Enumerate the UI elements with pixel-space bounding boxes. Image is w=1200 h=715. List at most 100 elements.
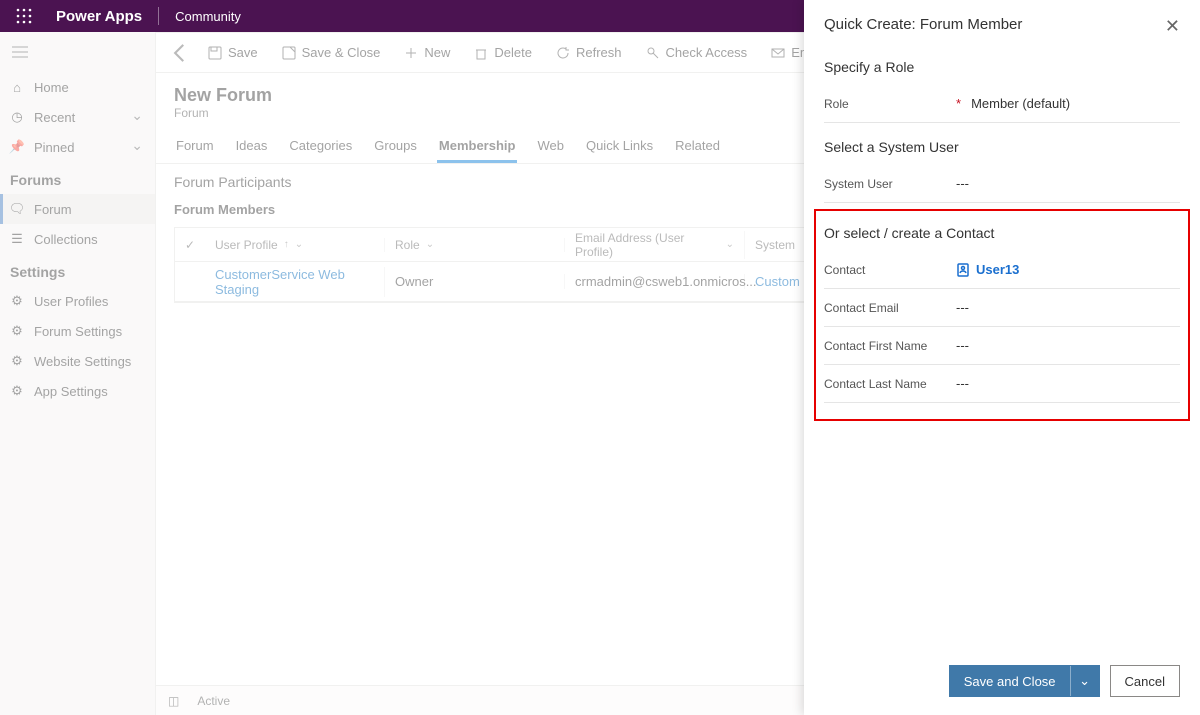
top-section-label[interactable]: Community bbox=[159, 9, 257, 24]
panel-title: Quick Create: Forum Member bbox=[824, 16, 1022, 33]
field-value[interactable]: Member (default) bbox=[971, 96, 1180, 111]
field-label: Contact Last Name bbox=[824, 377, 927, 391]
close-button[interactable]: ✕ bbox=[1165, 16, 1180, 37]
brand-label[interactable]: Power Apps bbox=[40, 8, 158, 25]
nav-recent[interactable]: ◷Recent bbox=[0, 102, 155, 132]
select-all-checkbox[interactable]: ✓ bbox=[175, 238, 205, 252]
tab-related[interactable]: Related bbox=[673, 132, 722, 163]
contact-section: Or select / create a Contact Contact Use… bbox=[824, 215, 1180, 409]
mail-icon bbox=[771, 46, 785, 60]
save-and-close-label[interactable]: Save and Close bbox=[950, 666, 1071, 696]
tab-categories[interactable]: Categories bbox=[287, 132, 354, 163]
cmd-label: Refresh bbox=[576, 45, 622, 60]
gear-icon: ⚙ bbox=[10, 323, 24, 339]
refresh-icon bbox=[556, 46, 570, 60]
trash-icon bbox=[474, 46, 488, 60]
nav-website-settings[interactable]: ⚙Website Settings bbox=[0, 346, 155, 376]
tab-web[interactable]: Web bbox=[535, 132, 566, 163]
section-heading: Specify a Role bbox=[824, 59, 1180, 75]
tab-ideas[interactable]: Ideas bbox=[234, 132, 270, 163]
split-caret[interactable]: ⌄ bbox=[1071, 666, 1099, 696]
tab-quick-links[interactable]: Quick Links bbox=[584, 132, 655, 163]
save-and-close-button[interactable]: Save and Close ⌄ bbox=[949, 665, 1100, 697]
contact-email-field[interactable]: Contact Email --- bbox=[824, 289, 1180, 327]
field-value[interactable]: --- bbox=[956, 300, 1180, 315]
field-value[interactable]: --- bbox=[956, 338, 1180, 353]
gear-icon: ⚙ bbox=[10, 383, 24, 399]
required-indicator: * bbox=[956, 96, 961, 111]
col-user-profile[interactable]: User Profile↑⌄ bbox=[205, 238, 385, 252]
nav-app-settings[interactable]: ⚙ App Settings bbox=[0, 376, 155, 406]
cell-email: crmadmin@csweb1.onmicros... bbox=[565, 274, 745, 289]
back-button[interactable] bbox=[166, 39, 194, 67]
nav-label: Collections bbox=[34, 232, 98, 247]
contact-first-name-field[interactable]: Contact First Name --- bbox=[824, 327, 1180, 365]
col-email[interactable]: Email Address (User Profile) ⌄ bbox=[565, 231, 745, 259]
nav-label: App Settings bbox=[34, 384, 108, 399]
field-label: Contact First Name bbox=[824, 339, 927, 353]
system-user-field[interactable]: System User --- bbox=[824, 165, 1180, 203]
col-label: Email Address (User Profile) bbox=[575, 231, 720, 259]
nav-forum-settings[interactable]: ⚙Forum Settings bbox=[0, 316, 155, 346]
cell-user-profile[interactable]: CustomerService Web Staging bbox=[205, 267, 385, 297]
section-heading: Select a System User bbox=[824, 139, 1180, 155]
nav-label: Website Settings bbox=[34, 354, 131, 369]
cmd-refresh[interactable]: Refresh bbox=[546, 37, 632, 69]
nav-user-profiles[interactable]: ⚙ User Profiles bbox=[0, 286, 155, 316]
plus-icon bbox=[404, 46, 418, 60]
cmd-save[interactable]: Save bbox=[198, 37, 268, 69]
tab-membership[interactable]: Membership bbox=[437, 132, 518, 163]
contact-field[interactable]: Contact User13 bbox=[824, 251, 1180, 289]
arrow-left-icon bbox=[167, 40, 193, 66]
nav-label: Home bbox=[34, 80, 69, 95]
nav-section-settings: Settings bbox=[0, 254, 155, 286]
contact-last-name-field[interactable]: Contact Last Name --- bbox=[824, 365, 1180, 403]
col-role[interactable]: Role⌄ bbox=[385, 238, 565, 252]
cmd-new[interactable]: New bbox=[394, 37, 460, 69]
list-icon: ☰ bbox=[10, 231, 24, 247]
chevron-down-icon: ⌄ bbox=[426, 239, 434, 250]
cmd-save-close[interactable]: Save & Close bbox=[272, 37, 391, 69]
col-label: User Profile bbox=[215, 238, 278, 252]
nav-label: Recent bbox=[34, 110, 75, 125]
field-value[interactable]: --- bbox=[956, 176, 1180, 191]
cmd-delete[interactable]: Delete bbox=[464, 37, 542, 69]
contact-section-highlight: Or select / create a Contact Contact Use… bbox=[814, 209, 1190, 421]
nav-home[interactable]: ⌂ Home bbox=[0, 72, 155, 102]
key-icon bbox=[646, 46, 660, 60]
home-icon: ⌂ bbox=[10, 80, 24, 95]
chevron-down-icon: ⌄ bbox=[726, 239, 734, 250]
left-nav: ⌂ Home ◷Recent 📌 Pinned Forums 🗨Forum ☰ Col… bbox=[0, 32, 156, 715]
gear-icon: ⚙ bbox=[10, 293, 24, 309]
contact-lookup-chip[interactable]: User13 bbox=[956, 262, 1180, 277]
nav-pinned[interactable]: 📌 Pinned bbox=[0, 132, 155, 162]
nav-label: Forum bbox=[34, 202, 72, 217]
nav-collections[interactable]: ☰ Collections bbox=[0, 224, 155, 254]
cmd-label: Save bbox=[228, 45, 258, 60]
contact-icon bbox=[956, 263, 970, 277]
field-label: System User bbox=[824, 177, 893, 191]
tab-forum[interactable]: Forum bbox=[174, 132, 216, 163]
nav-collapse-button[interactable] bbox=[0, 32, 155, 72]
field-value[interactable]: --- bbox=[956, 376, 1180, 391]
popout-icon[interactable]: ◫ bbox=[168, 694, 179, 708]
cmd-label: Save & Close bbox=[302, 45, 381, 60]
save-icon bbox=[208, 46, 222, 60]
tab-groups[interactable]: Groups bbox=[372, 132, 419, 163]
role-field[interactable]: Role * Member (default) bbox=[824, 85, 1180, 123]
nav-label: Pinned bbox=[34, 140, 74, 155]
cancel-button[interactable]: Cancel bbox=[1110, 665, 1180, 697]
app-launcher-icon[interactable] bbox=[8, 0, 40, 32]
pin-icon: 📌 bbox=[10, 139, 24, 155]
section-heading: Or select / create a Contact bbox=[824, 225, 1180, 241]
cmd-check-access[interactable]: Check Access bbox=[636, 37, 758, 69]
quick-create-panel: Quick Create: Forum Member ✕ Specify a R… bbox=[804, 0, 1200, 715]
nav-forum[interactable]: 🗨Forum bbox=[0, 194, 155, 224]
select-system-user-section: Select a System User System User --- bbox=[824, 129, 1180, 209]
contact-name: User13 bbox=[976, 262, 1019, 277]
sort-asc-icon: ↑ bbox=[284, 239, 289, 250]
panel-header: Quick Create: Forum Member ✕ bbox=[804, 0, 1200, 45]
nav-label: User Profiles bbox=[34, 294, 108, 309]
field-label: Contact Email bbox=[824, 301, 899, 315]
nav-section-forums: Forums bbox=[0, 162, 155, 194]
